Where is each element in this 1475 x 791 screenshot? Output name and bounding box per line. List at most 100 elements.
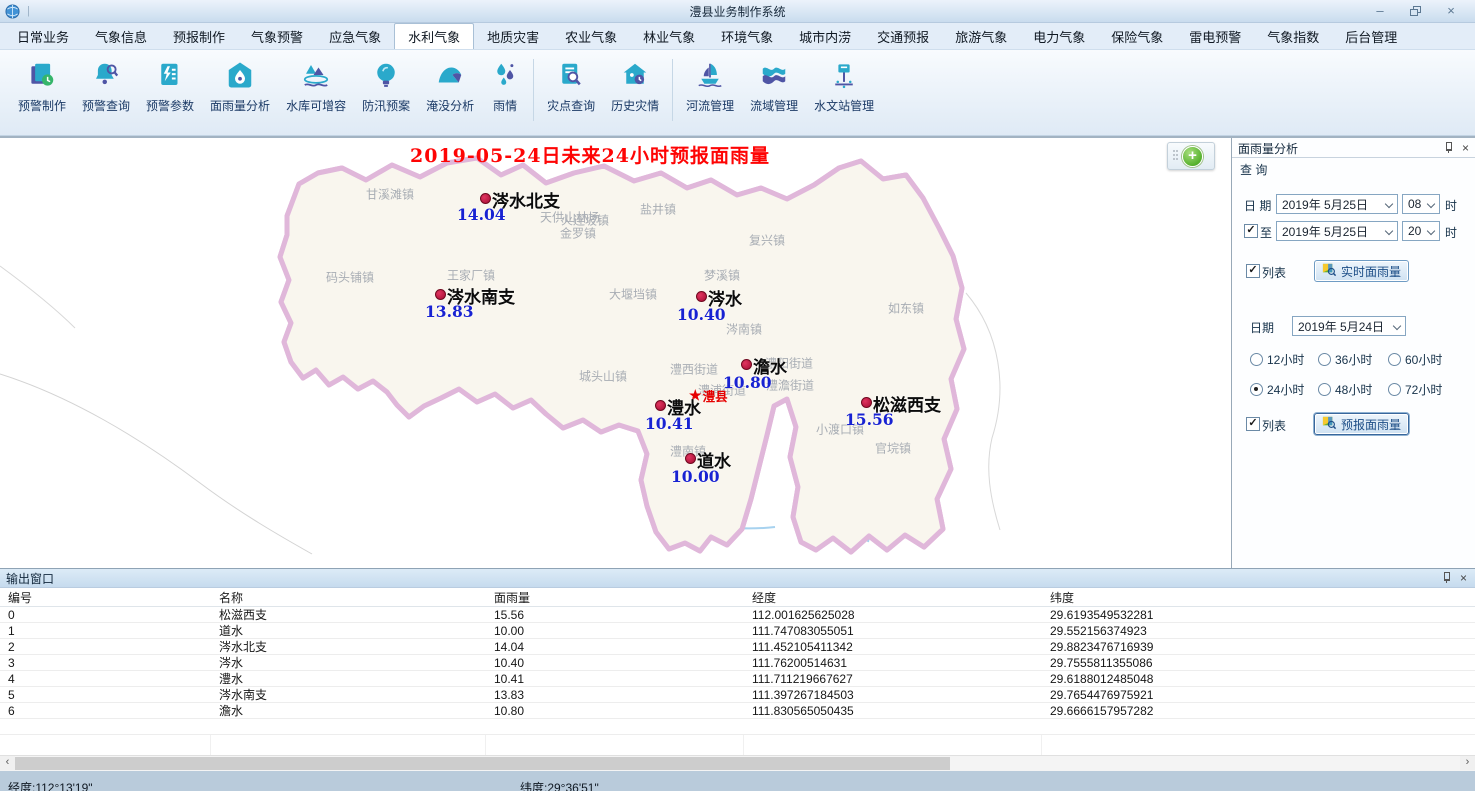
- tab-insurance-weather[interactable]: 保险气象: [1098, 23, 1176, 49]
- town-label: 甘溪滩镇: [366, 186, 414, 203]
- tab-lightning-warning[interactable]: 雷电预警: [1176, 23, 1254, 49]
- flood-plan-icon: [371, 60, 401, 93]
- column-header[interactable]: 经度: [744, 589, 1042, 606]
- tab-forecast-production[interactable]: 预报制作: [160, 23, 238, 49]
- horizontal-scrollbar[interactable]: ‹ ›: [0, 755, 1475, 771]
- town-label: 盐井镇: [640, 201, 676, 218]
- column-header[interactable]: 名称: [211, 589, 486, 606]
- pin-icon[interactable]: [1444, 142, 1453, 154]
- forecast-date-select[interactable]: 2019年 5月24日: [1292, 316, 1406, 336]
- table-row[interactable]: 0松滋西支15.56112.00162562502829.61935495322…: [0, 607, 1475, 623]
- town-label: 梦溪镇: [704, 267, 740, 284]
- tab-weather-index[interactable]: 气象指数: [1254, 23, 1332, 49]
- rain-condition-button[interactable]: 雨情: [482, 57, 528, 117]
- station-dot-icon: [861, 397, 872, 408]
- radio-dot-icon: [1250, 383, 1263, 396]
- rain-condition-icon: [490, 60, 520, 93]
- station-dot-icon: [655, 400, 666, 411]
- radio-dot-icon: [1318, 353, 1331, 366]
- town-label: 涔南镇: [726, 321, 762, 338]
- start-hour-select[interactable]: 08: [1402, 194, 1440, 214]
- map-canvas[interactable]: 2019-05-24日未来24小时预报面雨量 甘溪滩镇 火连坡镇 天供山林场 金…: [0, 138, 1231, 568]
- column-header[interactable]: 编号: [0, 589, 211, 606]
- end-hour-select[interactable]: 20: [1402, 221, 1440, 241]
- river-management-button[interactable]: 河流管理: [678, 57, 742, 117]
- scroll-right-arrow[interactable]: ›: [1460, 756, 1475, 770]
- warning-create-button[interactable]: 预警制作: [10, 57, 74, 117]
- radio-48h[interactable]: 48小时: [1318, 381, 1372, 398]
- tab-weather-warning[interactable]: 气象预警: [238, 23, 316, 49]
- radio-24h[interactable]: 24小时: [1250, 381, 1304, 398]
- scroll-left-arrow[interactable]: ‹: [0, 756, 15, 770]
- table-row[interactable]: 5涔水南支13.83111.39726718450329.76544769759…: [0, 687, 1475, 703]
- zoom-in-button[interactable]: +: [1182, 146, 1203, 167]
- radio-12h[interactable]: 12小时: [1250, 351, 1304, 368]
- disaster-history-button[interactable]: 历史灾情: [603, 57, 667, 117]
- hour-suffix-label: 时: [1445, 197, 1457, 214]
- tab-hydro-weather[interactable]: 水利气象: [394, 23, 474, 49]
- tab-admin[interactable]: 后台管理: [1332, 23, 1410, 49]
- list-checkbox[interactable]: ✓: [1246, 264, 1260, 278]
- table-row[interactable]: 6澹水10.80111.83056505043529.6666157957282: [0, 703, 1475, 719]
- table-row[interactable]: 4澧水10.41111.71121966762729.6188012485048: [0, 671, 1475, 687]
- warning-create-icon: [27, 60, 57, 93]
- to-label: 至: [1260, 224, 1272, 241]
- end-date-select[interactable]: 2019年 5月25日: [1276, 221, 1398, 241]
- app-globe-icon: [5, 4, 20, 19]
- close-button[interactable]: ×: [1443, 4, 1459, 18]
- query-group-label: 查 询: [1232, 158, 1475, 176]
- tab-agri-weather[interactable]: 农业气象: [552, 23, 630, 49]
- tab-urban-flood[interactable]: 城市内涝: [786, 23, 864, 49]
- tab-emergency-weather[interactable]: 应急气象: [316, 23, 394, 49]
- forecast-rain-button[interactable]: 预报面雨量: [1314, 413, 1409, 435]
- warning-query-icon: [91, 60, 121, 93]
- town-label: 官垸镇: [875, 440, 911, 457]
- town-label: 城头山镇: [579, 368, 627, 385]
- hydro-station-management-button[interactable]: 水文站管理: [806, 57, 882, 117]
- warning-params-icon: [155, 60, 185, 93]
- to-date-checkbox[interactable]: ✓: [1244, 224, 1258, 238]
- tab-traffic-forecast[interactable]: 交通预报: [864, 23, 942, 49]
- pin-icon[interactable]: [1442, 572, 1451, 584]
- tab-power-weather[interactable]: 电力气象: [1020, 23, 1098, 49]
- tab-forestry-weather[interactable]: 林业气象: [630, 23, 708, 49]
- tab-tourism-weather[interactable]: 旅游气象: [942, 23, 1020, 49]
- drag-grip-icon[interactable]: [1173, 150, 1179, 162]
- tab-daily-business[interactable]: 日常业务: [4, 23, 82, 49]
- county-map: [0, 138, 1231, 568]
- tab-env-weather[interactable]: 环境气象: [708, 23, 786, 49]
- table-row[interactable]: 3涔水10.40111.7620051463129.7555811355086: [0, 655, 1475, 671]
- flood-plan-button[interactable]: 防汛预案: [354, 57, 418, 117]
- output-title: 输出窗口: [6, 570, 1442, 587]
- disaster-point-query-button[interactable]: 灾点查询: [539, 57, 603, 117]
- scrollbar-thumb[interactable]: [15, 757, 950, 770]
- area-rain-analysis-button[interactable]: 面雨量分析: [202, 57, 278, 117]
- maximize-button[interactable]: [1410, 6, 1421, 16]
- minimize-button[interactable]: –: [1372, 4, 1388, 18]
- column-header[interactable]: 纬度: [1042, 589, 1475, 606]
- radio-60h[interactable]: 60小时: [1388, 351, 1442, 368]
- table-row[interactable]: 2涔水北支14.04111.45210541134229.88234767169…: [0, 639, 1475, 655]
- column-header[interactable]: 面雨量: [486, 589, 744, 606]
- forecast-list-checkbox[interactable]: ✓: [1246, 417, 1260, 431]
- status-bar: 经度:112°13'19" 纬度:29°36'51": [0, 771, 1475, 791]
- map-zoom-toolbar[interactable]: +: [1167, 142, 1215, 170]
- tab-weather-info[interactable]: 气象信息: [82, 23, 160, 49]
- warning-query-button[interactable]: 预警查询: [74, 57, 138, 117]
- radio-36h[interactable]: 36小时: [1318, 351, 1372, 368]
- town-label: 澧澹街道: [766, 377, 814, 394]
- radio-72h[interactable]: 72小时: [1388, 381, 1442, 398]
- tab-geo-disaster[interactable]: 地质灾害: [474, 23, 552, 49]
- inundation-analysis-button[interactable]: 淹没分析: [418, 57, 482, 117]
- table-row[interactable]: 1道水10.00111.74708305505129.552156374923: [0, 623, 1475, 639]
- start-date-select[interactable]: 2019年 5月25日: [1276, 194, 1398, 214]
- realtime-rain-button[interactable]: 实时面雨量: [1314, 260, 1409, 282]
- reservoir-capacity-button[interactable]: 水库可增容: [278, 57, 354, 117]
- panel-close-icon[interactable]: ×: [1462, 142, 1469, 154]
- output-close-icon[interactable]: ×: [1460, 572, 1467, 584]
- forecast-date-label: 日期: [1250, 319, 1274, 336]
- warning-params-button[interactable]: 预警参数: [138, 57, 202, 117]
- reservoir-capacity-icon: [301, 60, 331, 93]
- basin-management-icon: [759, 60, 789, 93]
- basin-management-button[interactable]: 流域管理: [742, 57, 806, 117]
